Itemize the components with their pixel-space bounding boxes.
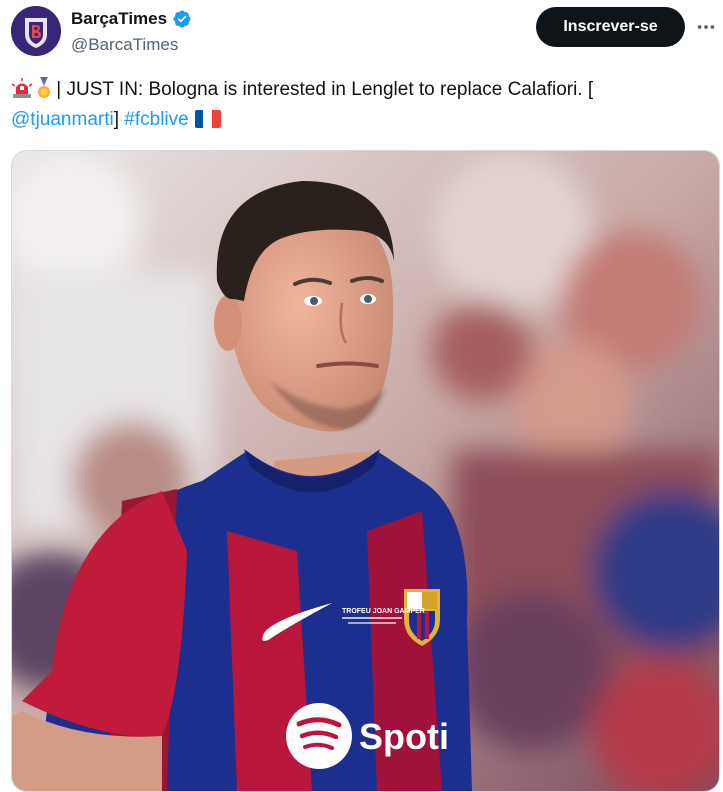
siren-emoji-icon: [11, 78, 33, 98]
account-handle[interactable]: @BarcaTimes: [71, 35, 178, 55]
shirt-patch-text: TROFEU JOAN GAMPER: [342, 608, 425, 615]
more-options-icon[interactable]: [695, 16, 717, 38]
account-name[interactable]: BarçaTimes: [71, 9, 167, 29]
player-photo: TROFEU JOAN GAMPER Spoti: [12, 151, 719, 791]
shirt-sponsor-text: Spoti: [359, 716, 449, 757]
france-flag-icon: [194, 110, 221, 128]
bracket-text: ]: [113, 109, 125, 130]
avatar[interactable]: [11, 6, 61, 56]
hashtag-link[interactable]: #fcblive: [124, 109, 188, 130]
barcatimes-logo-icon: [11, 6, 61, 56]
medal-emoji-icon: [38, 77, 50, 98]
account-name-row: BarçaTimes: [71, 9, 192, 29]
verified-badge-icon: [173, 10, 191, 28]
tweet-text: | JUST IN: Bologna is interested in Leng…: [11, 75, 711, 135]
tweet-media[interactable]: TROFEU JOAN GAMPER Spoti: [11, 150, 720, 792]
tweet-body: | JUST IN: Bologna is interested in Leng…: [56, 79, 594, 100]
mention-link[interactable]: @tjuanmarti: [11, 109, 114, 130]
tweet-header: BarçaTimes @BarcaTimes Inscrever-se: [0, 0, 723, 70]
subscribe-button[interactable]: Inscrever-se: [536, 7, 685, 47]
